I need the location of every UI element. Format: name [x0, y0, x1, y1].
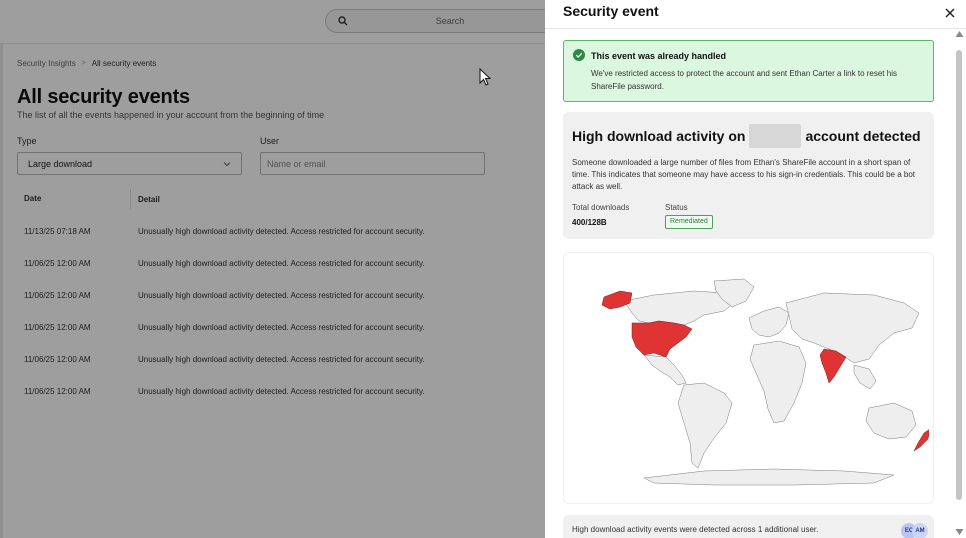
map-region-europe [748, 306, 790, 338]
map-region-canada [623, 290, 735, 326]
mouse-cursor-icon [479, 68, 491, 86]
modal-backdrop[interactable] [0, 0, 545, 538]
additional-users-card[interactable]: High download activity events were detec… [563, 515, 934, 538]
event-description: Someone downloaded a large number of fil… [572, 158, 915, 191]
event-title-suffix: account detected [805, 128, 921, 144]
status-label: Status [665, 203, 688, 212]
world-map [601, 278, 929, 486]
alert-body: We've restricted access to protect the a… [591, 69, 897, 91]
status-badge: Remediated [665, 215, 713, 229]
redacted-name [749, 124, 802, 148]
scrollbar-thumb[interactable] [956, 50, 962, 500]
panel-title: Security event [563, 3, 659, 19]
event-title-prefix: High download activity on [572, 128, 746, 144]
handled-alert: This event was already handled We've res… [563, 40, 934, 102]
map-highlight-united-states [631, 320, 693, 358]
additional-users-text: High download activity events were detec… [572, 525, 819, 534]
total-downloads-label: Total downloads [572, 203, 630, 212]
close-icon[interactable] [943, 6, 957, 20]
map-region-asia [785, 292, 920, 364]
map-region-mexico [643, 354, 687, 386]
security-event-panel: Security event This event was already ha… [545, 0, 966, 538]
event-title: High download activity on account detect… [572, 124, 921, 148]
panel-header: Security event [545, 0, 966, 29]
world-map-card [563, 252, 934, 504]
alert-title: This event was already handled [591, 51, 727, 61]
map-region-southeast-asia [853, 364, 877, 390]
map-region-australia [865, 402, 917, 440]
event-summary-card: High download activity on account detect… [563, 112, 934, 239]
scroll-down-arrow-icon[interactable] [955, 528, 964, 536]
map-region-africa [749, 340, 807, 424]
map-region-south-america [677, 382, 733, 469]
check-circle-icon [573, 49, 585, 61]
avatar: AM [912, 523, 928, 538]
map-highlight-new-zealand [913, 429, 929, 452]
total-downloads-value: 400/128B [572, 218, 607, 227]
scroll-up-arrow-icon[interactable] [955, 30, 964, 38]
map-region-antarctica [643, 468, 895, 486]
